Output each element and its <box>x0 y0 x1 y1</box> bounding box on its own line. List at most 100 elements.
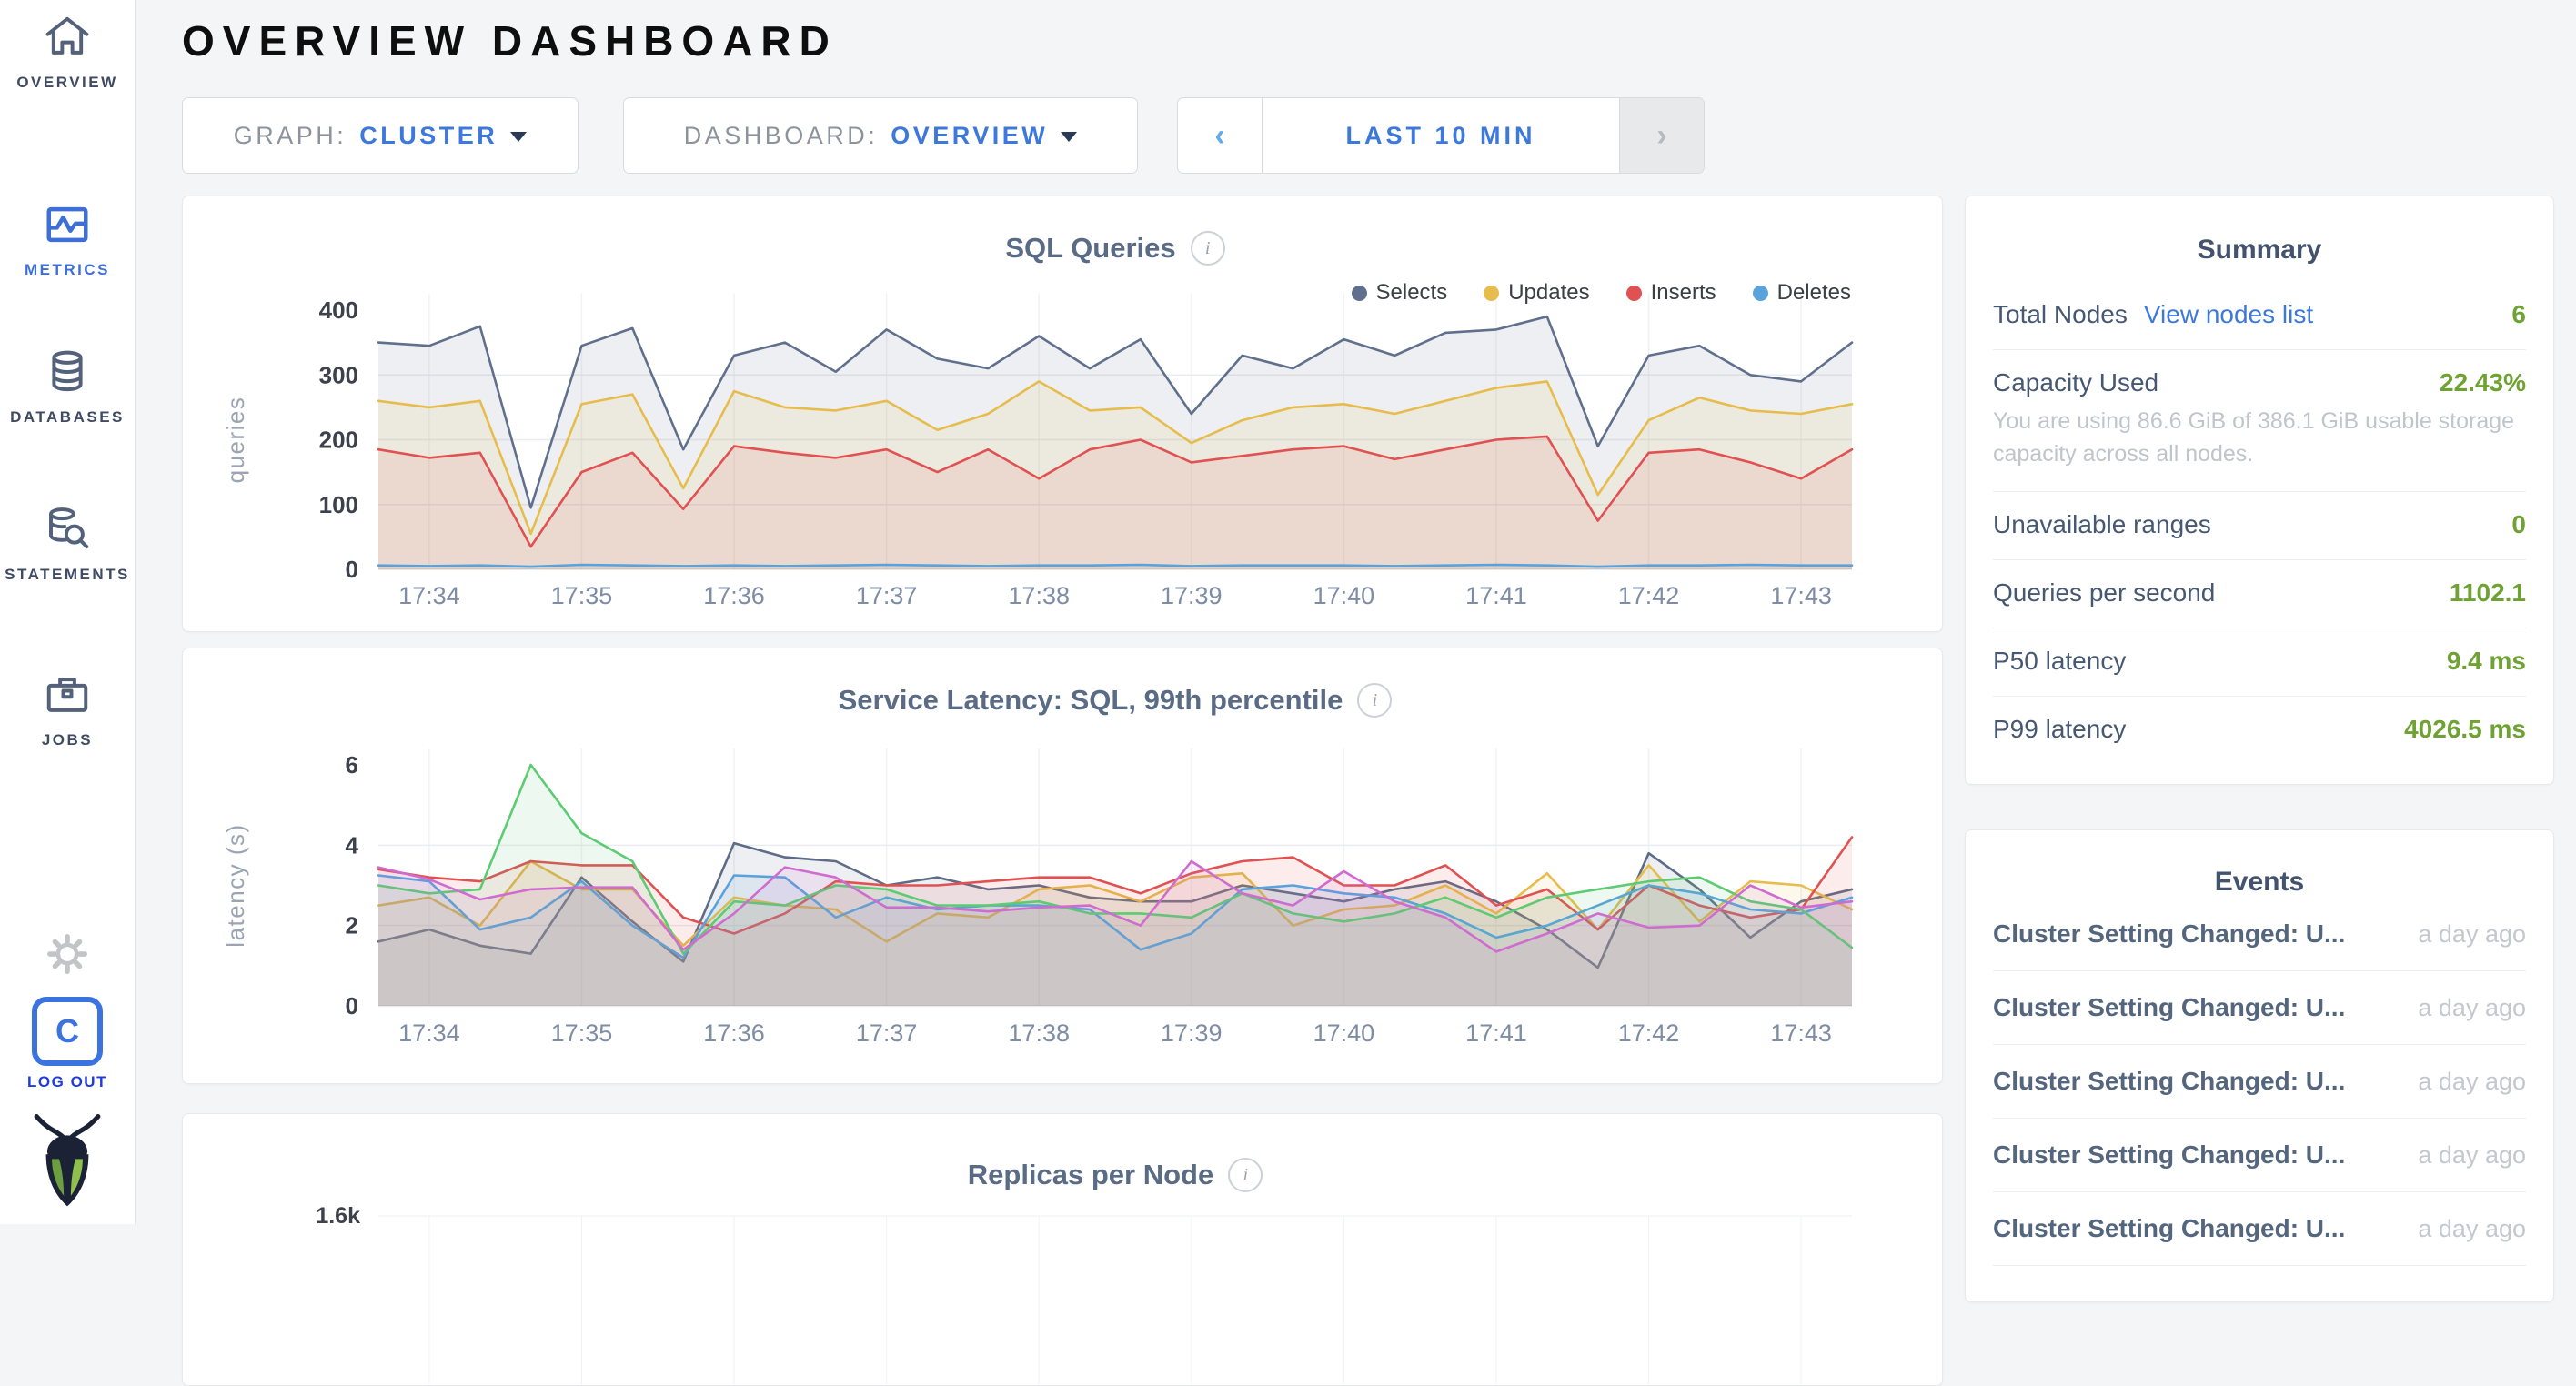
jobs-icon <box>43 670 92 719</box>
settings-gear-button[interactable] <box>0 929 135 983</box>
svg-text:17:41: 17:41 <box>1465 1019 1527 1047</box>
statements-icon <box>43 505 92 554</box>
svg-text:0: 0 <box>346 992 358 1019</box>
svg-text:17:40: 17:40 <box>1313 582 1375 609</box>
info-icon[interactable]: i <box>1228 1158 1263 1192</box>
info-icon[interactable]: i <box>1357 683 1392 718</box>
graph-dropdown[interactable]: GRAPH: CLUSTER <box>182 97 579 174</box>
dashboard-dropdown[interactable]: DASHBOARD: OVERVIEW <box>623 97 1138 174</box>
info-icon[interactable]: i <box>1191 231 1225 266</box>
summary-value: 6 <box>2511 300 2526 329</box>
event-time: a day ago <box>2418 1215 2526 1243</box>
chart-legend: Selects Updates Inserts Deletes <box>1352 280 1852 306</box>
event-label: Cluster Setting Changed: U... <box>1993 993 2345 1022</box>
divider <box>1993 1191 2526 1192</box>
summary-row: Total Nodes View nodes list 6 <box>1966 300 2553 329</box>
chart-title: SQL Queries <box>1005 232 1175 265</box>
sidebar-item-label: JOBS <box>0 731 135 749</box>
chevron-down-icon <box>1061 132 1077 142</box>
legend-dot-icon <box>1352 286 1367 301</box>
chevron-left-icon: ‹ <box>1214 118 1224 154</box>
sidebar-item-jobs[interactable]: JOBS <box>0 670 135 749</box>
summary-label: Total Nodes <box>1993 300 2128 329</box>
time-prev-button[interactable]: ‹ <box>1178 98 1263 173</box>
dashboard-dropdown-value: OVERVIEW <box>891 122 1048 150</box>
sidebar-item-statements[interactable]: STATEMENTS <box>0 505 135 584</box>
legend-label: Inserts <box>1651 280 1716 306</box>
legend-label: Updates <box>1508 280 1589 306</box>
legend-item-inserts[interactable]: Inserts <box>1626 280 1716 306</box>
events-title: Events <box>1966 867 2553 898</box>
sidebar-item-logout[interactable]: C LOG OUT <box>0 997 135 1091</box>
svg-text:4: 4 <box>346 831 359 859</box>
svg-text:17:39: 17:39 <box>1161 1019 1223 1047</box>
cockroach-c-icon: C <box>32 997 103 1066</box>
svg-text:300: 300 <box>319 361 358 388</box>
event-time: a day ago <box>2418 994 2526 1022</box>
databases-icon <box>43 347 92 397</box>
event-label: Cluster Setting Changed: U... <box>1993 1214 2345 1243</box>
view-nodes-link[interactable]: View nodes list <box>2144 300 2313 329</box>
svg-text:2: 2 <box>346 912 358 939</box>
time-range-picker: ‹ LAST 10 MIN › <box>1177 97 1705 174</box>
svg-text:17:35: 17:35 <box>551 1019 613 1047</box>
chevron-right-icon: › <box>1656 118 1666 154</box>
svg-text:400: 400 <box>319 296 358 324</box>
graph-dropdown-value: CLUSTER <box>359 122 498 150</box>
summary-value: 1102.1 <box>2450 578 2526 608</box>
legend-item-selects[interactable]: Selects <box>1352 280 1448 306</box>
dashboard-dropdown-label: DASHBOARD: <box>684 122 879 150</box>
graph-dropdown-label: GRAPH: <box>234 122 347 150</box>
event-time: a day ago <box>2418 1141 2526 1170</box>
svg-text:1.6k: 1.6k <box>316 1203 360 1229</box>
cockroach-logo[interactable] <box>0 1111 135 1216</box>
divider <box>1993 491 2526 492</box>
legend-label: Selects <box>1376 280 1448 306</box>
time-next-button[interactable]: › <box>1619 98 1704 173</box>
sidebar-item-metrics[interactable]: METRICS <box>0 200 135 279</box>
legend-label: Deletes <box>1777 280 1851 306</box>
divider <box>1993 1044 2526 1045</box>
svg-text:17:42: 17:42 <box>1618 1019 1680 1047</box>
event-row[interactable]: Cluster Setting Changed: U...a day ago <box>1966 1067 2553 1096</box>
sidebar-item-databases[interactable]: DATABASES <box>0 347 135 427</box>
events-panel: Events Cluster Setting Changed: U... a da… <box>1965 829 2554 1302</box>
event-row[interactable]: Cluster Setting Changed: U...a day ago <box>1966 919 2553 949</box>
summary-value: 0 <box>2511 510 2526 539</box>
svg-text:6: 6 <box>346 751 358 778</box>
sidebar-item-overview[interactable]: OVERVIEW <box>0 13 135 92</box>
svg-text:17:34: 17:34 <box>398 582 460 609</box>
svg-text:queries: queries <box>222 397 249 484</box>
divider <box>1993 559 2526 560</box>
gear-icon <box>43 929 92 979</box>
summary-title: Summary <box>1966 235 2553 266</box>
svg-text:latency (s): latency (s) <box>222 823 249 947</box>
legend-item-updates[interactable]: Updates <box>1484 280 1589 306</box>
svg-text:17:39: 17:39 <box>1161 582 1223 609</box>
svg-text:0: 0 <box>346 556 358 583</box>
event-row[interactable]: Cluster Setting Changed: U... a day ago <box>1966 1214 2553 1243</box>
event-label: Cluster Setting Changed: U... <box>1993 1140 2345 1170</box>
svg-text:17:38: 17:38 <box>1008 582 1070 609</box>
chart-card-service-latency: Service Latency: SQL, 99th percentile i … <box>182 648 1943 1084</box>
legend-dot-icon <box>1753 286 1768 301</box>
svg-text:17:37: 17:37 <box>856 582 918 609</box>
summary-row: Unavailable ranges0 <box>1966 510 2553 539</box>
legend-dot-icon <box>1626 286 1642 301</box>
summary-row: Capacity Used22.43% <box>1966 368 2553 397</box>
sidebar-item-label: OVERVIEW <box>0 74 135 92</box>
chevron-down-icon <box>510 132 527 142</box>
svg-text:17:35: 17:35 <box>551 582 613 609</box>
legend-item-deletes[interactable]: Deletes <box>1753 280 1851 306</box>
divider <box>1993 1118 2526 1119</box>
svg-text:17:43: 17:43 <box>1770 1019 1832 1047</box>
logout-label: LOG OUT <box>0 1073 135 1091</box>
event-row[interactable]: Cluster Setting Changed: U... a day ago <box>1966 1140 2553 1170</box>
svg-text:17:41: 17:41 <box>1465 582 1527 609</box>
summary-label: P50 latency <box>1993 647 2126 676</box>
event-row[interactable]: Cluster Setting Changed: U... a day ago <box>1966 993 2553 1022</box>
event-label: Cluster Setting Changed: U... <box>1993 1067 2345 1096</box>
replicas-per-node-chart: 1.6k <box>183 1114 1942 1385</box>
time-range-value[interactable]: LAST 10 MIN <box>1263 98 1619 173</box>
summary-row: P99 latency4026.5 ms <box>1966 715 2553 744</box>
